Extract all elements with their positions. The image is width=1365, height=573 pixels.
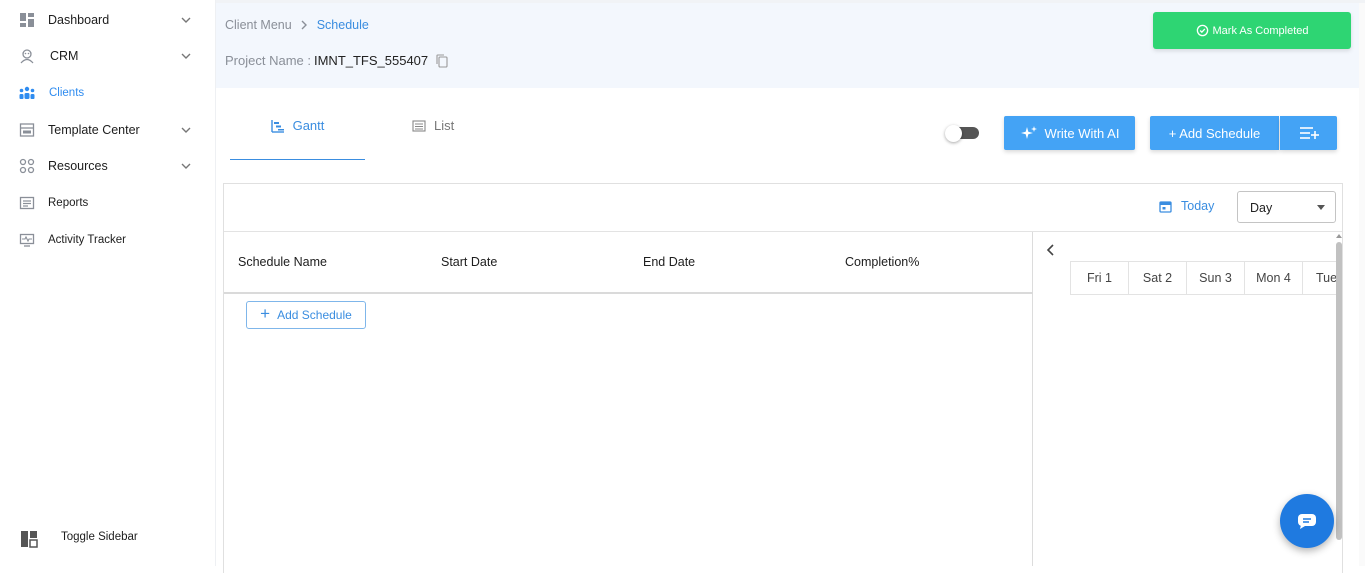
- sidebar-item-label: Template Center: [48, 123, 140, 137]
- scroll-thumb[interactable]: [1336, 242, 1342, 540]
- chevron-down-icon: [181, 53, 191, 59]
- mark-as-completed-label: Mark As Completed: [1212, 24, 1309, 37]
- day-cell: Fri 1: [1070, 261, 1128, 295]
- sidebar-item-activity-tracker[interactable]: Activity Tracker: [0, 225, 216, 255]
- day-cell: Sat 2: [1128, 261, 1186, 295]
- tab-gantt[interactable]: Gantt: [230, 108, 365, 160]
- sidebar: Dashboard CRM Clients Template Center Re…: [0, 0, 216, 566]
- column-header-start-date: Start Date: [441, 255, 498, 269]
- mark-as-completed-button[interactable]: Mark As Completed: [1153, 12, 1351, 49]
- sidebar-item-label: Clients: [49, 87, 85, 99]
- project-name-value: IMNT_TFS_555407: [313, 53, 429, 68]
- calendar-icon: [1159, 200, 1172, 213]
- plus-icon: +: [260, 304, 271, 323]
- gantt-grid: Schedule Name Start Date End Date Comple…: [224, 232, 1033, 566]
- view-toggle-switch[interactable]: [945, 125, 979, 142]
- sidebar-item-crm[interactable]: CRM: [0, 41, 216, 71]
- toggle-sidebar-button[interactable]: Toggle Sidebar: [0, 525, 216, 553]
- tab-gantt-label: Gantt: [292, 118, 325, 133]
- grid-header-divider: [224, 292, 1033, 294]
- add-schedule-label: + Add Schedule: [1168, 125, 1261, 141]
- day-cell: Sun 3: [1186, 261, 1244, 295]
- add-list-menu-button[interactable]: [1280, 116, 1337, 150]
- sidebar-item-label: Dashboard: [48, 13, 110, 27]
- add-schedule-row-label: Add Schedule: [277, 308, 352, 322]
- list-icon: [412, 120, 426, 132]
- template-icon: [18, 121, 36, 139]
- today-label: Today: [1181, 199, 1215, 213]
- today-button[interactable]: Today: [1159, 199, 1214, 213]
- scroll-up-arrow-icon[interactable]: [1336, 234, 1342, 238]
- sidebar-layout-icon: [21, 531, 38, 548]
- column-header-completion: Completion%: [845, 255, 920, 269]
- timeline-days: Fri 1 Sat 2 Sun 3 Mon 4 Tue: [1070, 261, 1336, 295]
- view-scale-value: Day: [1250, 201, 1273, 215]
- project-name-label: Project Name :: [225, 53, 311, 68]
- badge-check-icon: [1196, 24, 1208, 37]
- activity-icon: [18, 231, 36, 249]
- clients-icon: [18, 84, 36, 102]
- write-with-ai-button[interactable]: Write With AI: [1004, 116, 1135, 150]
- day-cell: Tue: [1302, 261, 1336, 295]
- breadcrumb: Client Menu Schedule: [225, 18, 369, 32]
- timeline-scrollbar[interactable]: [1336, 232, 1342, 566]
- chevron-down-icon: [181, 163, 191, 169]
- caret-down-icon: [1317, 205, 1325, 210]
- chevron-left-icon[interactable]: [1046, 244, 1056, 256]
- switch-knob: [945, 125, 962, 142]
- column-header-end-date: End Date: [643, 255, 696, 269]
- page-header: Client Menu Schedule Project Name : IMNT…: [216, 3, 1359, 88]
- sidebar-item-clients[interactable]: Clients: [0, 78, 216, 108]
- chevron-down-icon: [181, 127, 191, 133]
- toggle-sidebar-label: Toggle Sidebar: [61, 531, 138, 543]
- chat-support-button[interactable]: [1280, 494, 1334, 548]
- sidebar-item-label: CRM: [50, 49, 79, 63]
- page-scrollbar[interactable]: [1359, 3, 1365, 566]
- tab-list-label: List: [434, 118, 455, 133]
- add-schedule-row-button[interactable]: + Add Schedule: [246, 301, 366, 329]
- sidebar-item-template-center[interactable]: Template Center: [0, 115, 216, 145]
- resources-icon: [18, 157, 36, 175]
- sidebar-item-reports[interactable]: Reports: [0, 188, 216, 218]
- sidebar-item-label: Resources: [48, 159, 108, 173]
- tab-list[interactable]: List: [412, 108, 472, 160]
- column-header-schedule-name: Schedule Name: [238, 255, 327, 269]
- sidebar-item-dashboard[interactable]: Dashboard: [0, 5, 216, 35]
- sidebar-item-label: Activity Tracker: [48, 234, 126, 246]
- breadcrumb-client-menu[interactable]: Client Menu: [225, 18, 292, 32]
- dashboard-icon: [18, 11, 36, 29]
- sparkle-icon: [1020, 126, 1037, 139]
- day-cell: Mon 4: [1244, 261, 1302, 295]
- chat-icon: [1298, 514, 1316, 529]
- breadcrumb-schedule: Schedule: [316, 18, 369, 32]
- sidebar-item-label: Reports: [48, 197, 89, 209]
- reports-icon: [18, 194, 36, 212]
- chevron-down-icon: [181, 17, 191, 23]
- gantt-icon: [270, 120, 284, 133]
- project-name: Project Name : IMNT_TFS_555407: [225, 53, 448, 68]
- view-scale-select[interactable]: Day: [1237, 191, 1336, 223]
- copy-icon[interactable]: [436, 53, 448, 68]
- add-schedule-button[interactable]: + Add Schedule: [1150, 116, 1279, 150]
- sidebar-item-resources[interactable]: Resources: [0, 151, 216, 181]
- write-with-ai-label: Write With AI: [1044, 125, 1120, 141]
- crm-icon: [18, 47, 36, 65]
- playlist-add-icon: [1299, 127, 1319, 139]
- chevron-right-icon: [301, 20, 307, 30]
